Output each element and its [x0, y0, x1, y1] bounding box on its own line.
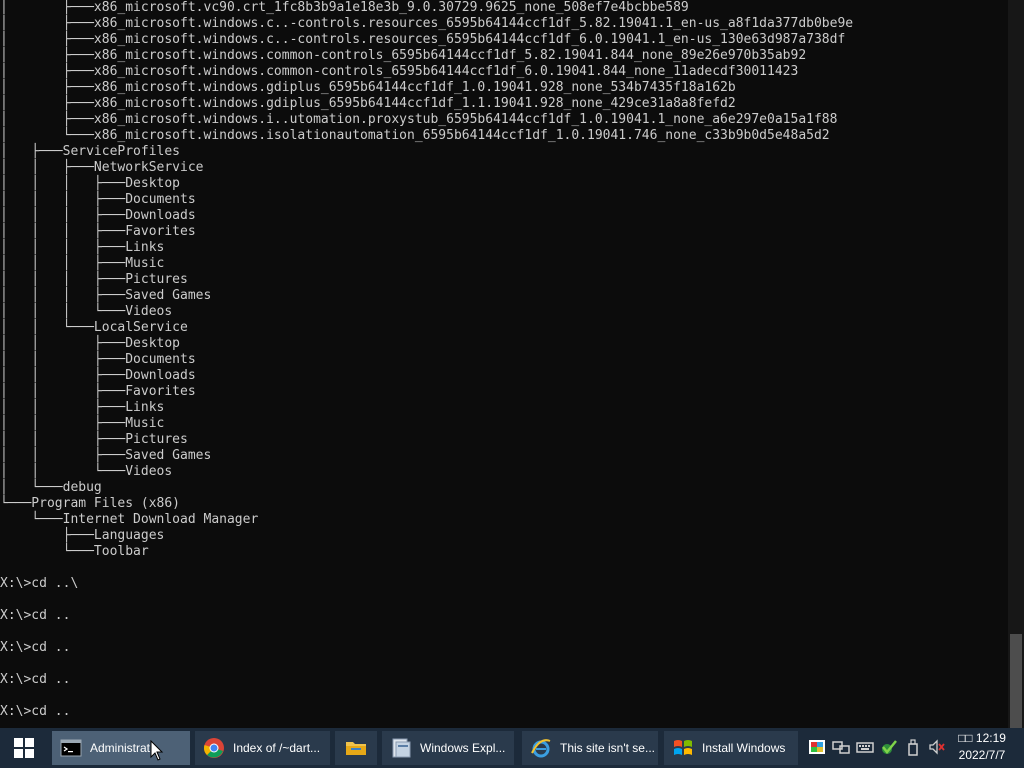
- console-line: │ │ │ ├───Favorites: [0, 224, 196, 239]
- taskbar-button-label: Windows Expl...: [420, 741, 506, 755]
- console-line: │ ├───x86_microsoft.windows.gdiplus_6595…: [0, 80, 736, 95]
- console-line: │ ├───x86_microsoft.windows.c..-controls…: [0, 32, 846, 47]
- taskbar-button-label: Install Windows: [702, 741, 786, 755]
- console-line: │ │ │ ├───Music: [0, 256, 165, 271]
- color-icon[interactable]: [808, 738, 826, 756]
- console-line: └───Internet Download Manager: [0, 512, 259, 527]
- windows-explorer-icon: [392, 738, 411, 758]
- taskbar-button-cmd[interactable]: Administrat...: [52, 731, 190, 765]
- console-line: │ ├───x86_microsoft.windows.gdiplus_6595…: [0, 96, 736, 111]
- clock-time: □□ 12:19: [958, 731, 1006, 745]
- console-line: │ ├───x86_microsoft.windows.c..-controls…: [0, 16, 854, 31]
- mouse-cursor-icon: [150, 740, 164, 761]
- folder-icon: [346, 742, 366, 755]
- console-line: X:\>cd ..: [0, 640, 71, 655]
- console-line: │ │ ├───Desktop: [0, 336, 181, 351]
- taskbar-button-windows-explorer[interactable]: Windows Expl...: [382, 731, 514, 765]
- console-line: │ │ │ ├───Desktop: [0, 176, 181, 191]
- console-line: │ │ │ ├───Links: [0, 240, 165, 255]
- taskbar-button-file-explorer[interactable]: [335, 731, 377, 765]
- console-line: │ └───debug: [0, 480, 102, 495]
- console-line: │ │ ├───Saved Games: [0, 448, 212, 463]
- network-icon[interactable]: [832, 738, 850, 756]
- console-line: │ │ ├───Favorites: [0, 384, 196, 399]
- console-line: X:\>cd ..\: [0, 576, 79, 591]
- taskbar-button-label: Index of /~dart...: [233, 741, 321, 755]
- console-line: │ │ │ ├───Saved Games: [0, 288, 212, 303]
- console-line: │ │ │ ├───Pictures: [0, 272, 188, 287]
- console-line: │ │ ├───Documents: [0, 352, 196, 367]
- taskbar-button-install-windows[interactable]: Install Windows: [664, 731, 798, 765]
- console-line: │ │ ├───Pictures: [0, 432, 188, 447]
- ie-icon: [531, 739, 551, 758]
- console-output: │ ├───x86_microsoft.vc90.crt_1fc8b3b9a1e…: [0, 0, 853, 720]
- scrollbar-thumb[interactable]: [1010, 634, 1022, 728]
- console-line: │ │ └───LocalService: [0, 320, 188, 335]
- console-line: X:\>cd ..: [0, 608, 71, 623]
- console-scrollbar[interactable]: [1008, 0, 1024, 728]
- cmd-icon: [60, 739, 82, 757]
- chrome-icon: [204, 738, 224, 758]
- console-line: │ ├───x86_microsoft.vc90.crt_1fc8b3b9a1e…: [0, 0, 689, 15]
- clock-date: 2022/7/7: [958, 748, 1006, 762]
- console-line: │ │ │ ├───Documents: [0, 192, 196, 207]
- windows-logo-icon: [14, 738, 34, 758]
- checkmark-icon[interactable]: [880, 738, 898, 756]
- console-line: │ ├───x86_microsoft.windows.common-contr…: [0, 64, 799, 79]
- console-line: X:\>cd ..: [0, 704, 71, 719]
- console-line: │ ├───x86_microsoft.windows.i..utomation…: [0, 112, 838, 127]
- console-line: │ │ ├───NetworkService: [0, 160, 204, 175]
- usb-icon[interactable]: [904, 738, 922, 756]
- system-clock[interactable]: □□ 12:19 2022/7/7: [952, 730, 1012, 766]
- keyboard-icon[interactable]: [856, 738, 874, 756]
- console-line: │ │ └───Videos: [0, 464, 173, 479]
- console-line: ├───Languages: [0, 528, 165, 543]
- console-line: │ ├───ServiceProfiles: [0, 144, 181, 159]
- console-line: │ │ ├───Links: [0, 400, 165, 415]
- console-line: │ │ │ ├───Downloads: [0, 208, 196, 223]
- volume-muted-icon[interactable]: [928, 738, 946, 756]
- console-line: X:\>cd ..: [0, 672, 71, 687]
- taskbar-button-label: This site isn't se...: [560, 741, 655, 755]
- console-line: │ │ ├───Downloads: [0, 368, 196, 383]
- console-line: └───Program Files (x86): [0, 496, 181, 511]
- windows-setup-icon: [674, 740, 692, 755]
- console-line: │ │ ├───Music: [0, 416, 165, 431]
- console-line: │ └───x86_microsoft.windows.isolationaut…: [0, 128, 830, 143]
- taskbar-button-chrome[interactable]: Index of /~dart...: [195, 731, 330, 765]
- console-line: │ ├───x86_microsoft.windows.common-contr…: [0, 48, 807, 63]
- start-button[interactable]: [0, 728, 48, 768]
- console-line: └───Toolbar: [0, 544, 149, 559]
- taskbar-button-ie[interactable]: This site isn't se...: [522, 731, 658, 765]
- console-window[interactable]: │ ├───x86_microsoft.vc90.crt_1fc8b3b9a1e…: [0, 0, 1008, 728]
- console-line: │ │ │ └───Videos: [0, 304, 173, 319]
